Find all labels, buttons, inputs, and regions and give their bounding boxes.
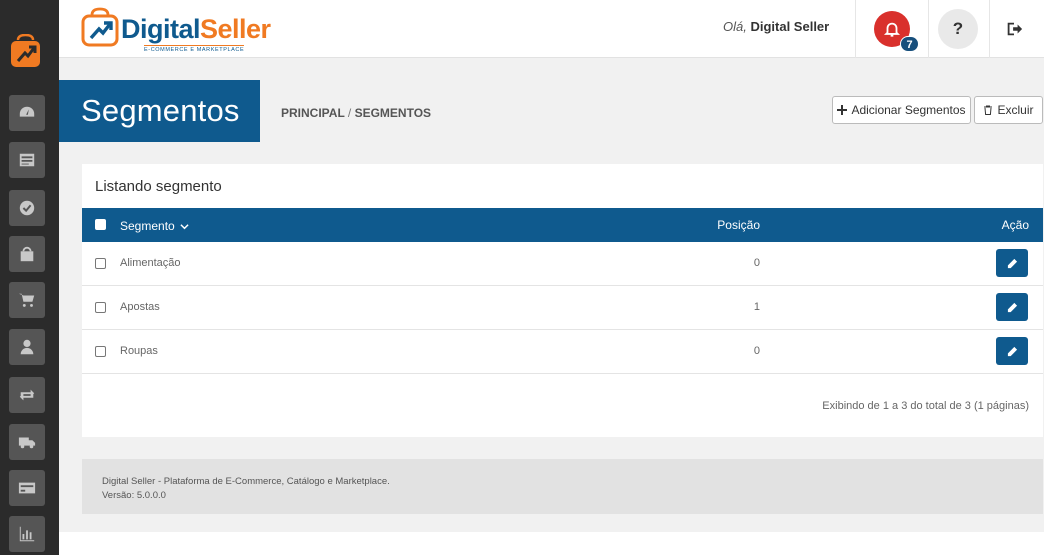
check-icon bbox=[19, 200, 35, 216]
sidebar-item-truck[interactable] bbox=[9, 424, 45, 460]
segment-name: Apostas bbox=[120, 301, 160, 313]
segment-position: 1 bbox=[753, 301, 760, 313]
delete-label: Excluir bbox=[997, 103, 1034, 117]
segment-name: Alimentação bbox=[120, 257, 181, 269]
footer-description: Digital Seller - Plataforma de E-Commerc… bbox=[102, 476, 390, 487]
user-greeting: Olá, Digital Seller bbox=[723, 19, 829, 34]
pagination-info: Exibindo de 1 a 3 do total de 3 (1 págin… bbox=[822, 400, 1029, 412]
sidebar-item-catalog[interactable] bbox=[9, 142, 45, 178]
segment-position: 0 bbox=[753, 345, 760, 357]
user-name: Digital Seller bbox=[750, 19, 830, 34]
bell-icon bbox=[883, 22, 901, 37]
edit-button[interactable] bbox=[996, 337, 1028, 365]
brand-name-part1: Digital bbox=[121, 14, 201, 44]
edit-button[interactable] bbox=[996, 249, 1028, 277]
table-header: Segmento Posição Ação bbox=[82, 208, 1043, 242]
row-checkbox[interactable] bbox=[95, 258, 106, 269]
pencil-icon bbox=[1007, 258, 1017, 268]
row-checkbox[interactable] bbox=[95, 302, 106, 313]
segments-panel: Listando segmento Segmento Posição Ação … bbox=[82, 164, 1043, 437]
brand-tagline: E-COMMERCE E MARKETPLACE bbox=[144, 45, 245, 53]
delete-button[interactable]: Excluir bbox=[974, 96, 1043, 124]
greeting-text: Olá, bbox=[723, 19, 747, 34]
page-title: Segmentos bbox=[59, 80, 260, 142]
select-all-checkbox[interactable] bbox=[95, 219, 106, 230]
bottom-strip bbox=[59, 532, 1044, 555]
row-checkbox[interactable] bbox=[95, 346, 106, 357]
notification-count-badge: 7 bbox=[900, 36, 919, 52]
segment-position: 0 bbox=[753, 257, 760, 269]
chevron-down-icon bbox=[180, 224, 189, 230]
sidebar-item-credit-card[interactable] bbox=[9, 470, 45, 506]
table-row: Apostas 1 bbox=[82, 286, 1043, 330]
breadcrumb: PRINCIPAL / SEGMENTOS bbox=[281, 106, 431, 120]
column-header-action: Ação bbox=[1001, 218, 1029, 232]
sidebar-item-cart[interactable] bbox=[9, 282, 45, 318]
exchange-icon bbox=[19, 389, 35, 401]
table-row: Roupas 0 bbox=[82, 330, 1043, 374]
sidebar bbox=[0, 0, 59, 555]
edit-button[interactable] bbox=[996, 293, 1028, 321]
footer-version: Versão: 5.0.0.0 bbox=[102, 490, 166, 501]
brand-name: DigitalSeller bbox=[121, 14, 271, 45]
sidebar-item-bar-chart[interactable] bbox=[9, 516, 45, 552]
sidebar-item-exchange[interactable] bbox=[9, 377, 45, 413]
breadcrumb-current: SEGMENTOS bbox=[354, 106, 432, 120]
brand-name-part2: Seller bbox=[200, 14, 271, 44]
add-segment-label: Adicionar Segmentos bbox=[851, 103, 966, 117]
bar-chart-icon bbox=[19, 526, 35, 542]
pencil-icon bbox=[1007, 346, 1017, 356]
footer: Digital Seller - Plataforma de E-Commerc… bbox=[82, 459, 1043, 514]
column-segment-label: Segmento bbox=[120, 219, 175, 233]
dashboard-icon bbox=[19, 106, 35, 117]
add-segment-button[interactable]: Adicionar Segmentos bbox=[832, 96, 971, 124]
panel-title: Listando segmento bbox=[95, 178, 222, 195]
user-icon bbox=[20, 339, 34, 355]
sidebar-item-check[interactable] bbox=[9, 190, 45, 226]
help-button[interactable]: ? bbox=[938, 9, 978, 49]
column-header-position: Posição bbox=[717, 218, 760, 232]
trash-icon bbox=[984, 105, 993, 115]
sidebar-item-user[interactable] bbox=[9, 329, 45, 365]
top-bar: DigitalSeller E-COMMERCE E MARKETPLACE O… bbox=[59, 0, 1044, 58]
app-logo-icon[interactable] bbox=[9, 34, 42, 70]
table-row: Alimentação 0 bbox=[82, 242, 1043, 286]
cart-icon bbox=[18, 293, 35, 307]
breadcrumb-home[interactable]: PRINCIPAL bbox=[281, 106, 345, 120]
catalog-icon bbox=[19, 153, 35, 167]
breadcrumb-separator: / bbox=[347, 106, 352, 120]
truck-icon bbox=[18, 437, 36, 449]
logout-icon[interactable] bbox=[1005, 20, 1023, 38]
pencil-icon bbox=[1007, 302, 1017, 312]
segment-name: Roupas bbox=[120, 345, 158, 357]
sidebar-item-dashboard[interactable] bbox=[9, 95, 45, 131]
credit-card-icon bbox=[18, 482, 36, 494]
shopping-bag-icon bbox=[20, 246, 34, 262]
plus-icon bbox=[837, 105, 848, 115]
brand-bag-icon bbox=[81, 7, 119, 47]
sidebar-item-shopping-bag[interactable] bbox=[9, 236, 45, 272]
column-header-segment[interactable]: Segmento bbox=[120, 219, 189, 233]
